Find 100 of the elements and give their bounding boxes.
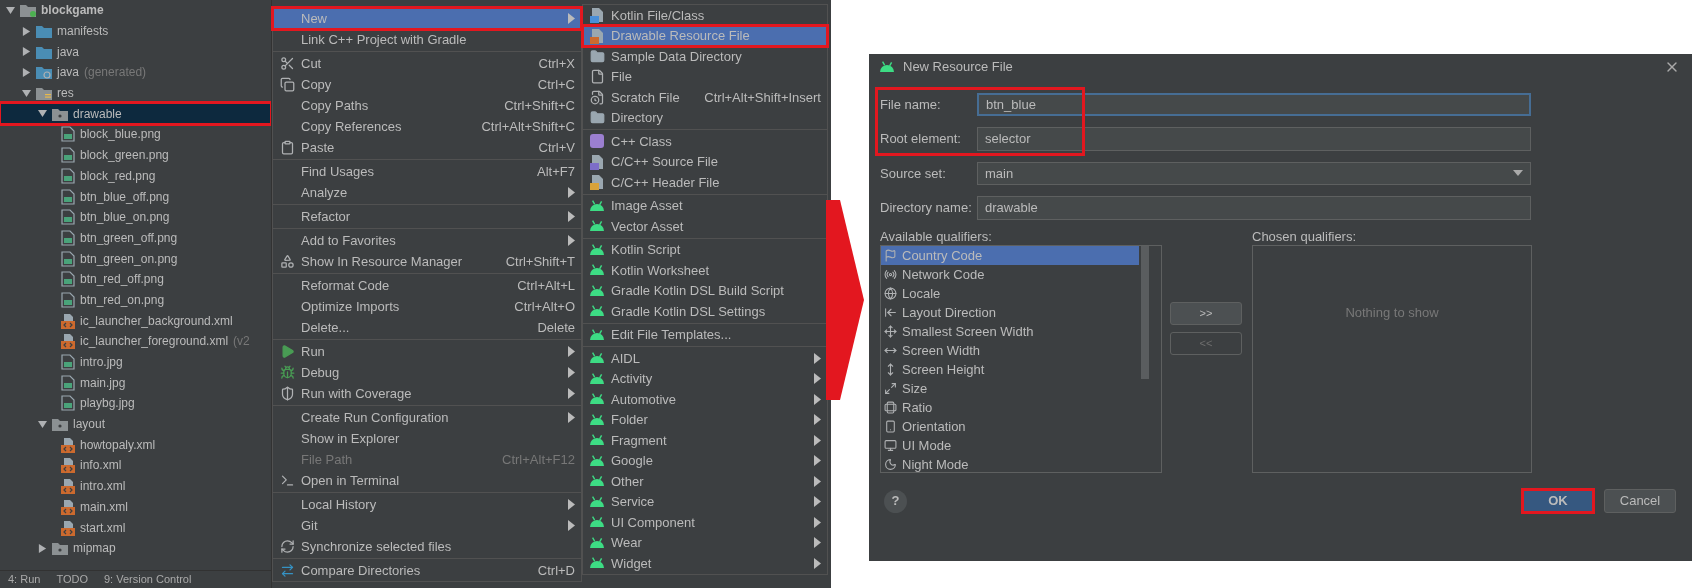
menu-item[interactable]: Analyze bbox=[273, 182, 581, 203]
menu-item[interactable]: Show In Resource Manager Ctrl+Shift+T bbox=[273, 251, 581, 272]
menu-item[interactable]: Automotive bbox=[583, 389, 827, 410]
menu-item[interactable]: Widget bbox=[583, 553, 827, 574]
tree-item[interactable]: manifests bbox=[0, 20, 271, 42]
tree-item[interactable]: intro.xml bbox=[0, 475, 271, 497]
menu-item[interactable]: Directory bbox=[583, 107, 827, 128]
tree-arrow-icon[interactable] bbox=[38, 109, 47, 119]
tool-window-tab[interactable]: TODO bbox=[56, 571, 88, 588]
tree-item[interactable]: howtopaly.xml bbox=[0, 434, 271, 456]
menu-item[interactable]: Link C++ Project with Gradle bbox=[273, 29, 581, 50]
menu-item[interactable]: C/C++ Source File bbox=[583, 151, 827, 172]
menu-item[interactable]: Local History bbox=[273, 494, 581, 515]
tree-item[interactable]: block_red.png bbox=[0, 165, 271, 187]
menu-item[interactable]: Kotlin Script bbox=[583, 239, 827, 260]
qualifier-item[interactable]: Network Code bbox=[881, 265, 1139, 284]
dialog-button[interactable]: Cancel bbox=[1604, 489, 1676, 513]
menu-item[interactable]: Paste Ctrl+V bbox=[273, 137, 581, 158]
menu-item[interactable]: Activity bbox=[583, 368, 827, 389]
menu-item[interactable]: Reformat Code Ctrl+Alt+L bbox=[273, 275, 581, 296]
tool-window-tab[interactable]: 4: Run bbox=[8, 571, 41, 588]
menu-item[interactable]: Show in Explorer bbox=[273, 428, 581, 449]
menu-item[interactable]: Folder bbox=[583, 409, 827, 430]
tree-item[interactable]: drawable bbox=[0, 103, 271, 125]
tree-item[interactable]: btn_blue_on.png bbox=[0, 206, 271, 228]
menu-item[interactable]: Synchronize selected files bbox=[273, 536, 581, 557]
menu-item[interactable]: Copy References Ctrl+Alt+Shift+C bbox=[273, 116, 581, 137]
qualifier-item[interactable]: Night Mode bbox=[881, 455, 1139, 472]
tree-arrow-icon[interactable] bbox=[6, 5, 15, 15]
tree-item[interactable]: main.jpg bbox=[0, 372, 271, 394]
tree-item[interactable]: mipmap bbox=[0, 537, 271, 559]
menu-item[interactable]: Google bbox=[583, 450, 827, 471]
menu-item[interactable]: Service bbox=[583, 491, 827, 512]
tree-arrow-icon[interactable] bbox=[22, 67, 31, 77]
tree-item[interactable]: java bbox=[0, 41, 271, 63]
qualifier-item[interactable]: Smallest Screen Width bbox=[881, 322, 1139, 341]
tree-item[interactable]: btn_green_on.png bbox=[0, 248, 271, 269]
tool-window-tab[interactable]: 9: Version Control bbox=[104, 571, 192, 588]
menu-item[interactable]: Wear bbox=[583, 532, 827, 553]
tree-item[interactable]: main.xml bbox=[0, 496, 271, 518]
menu-item[interactable]: Gradle Kotlin DSL Settings bbox=[583, 301, 827, 322]
tree-item[interactable]: blockgame bbox=[0, 0, 271, 21]
qualifier-item[interactable]: UI Mode bbox=[881, 436, 1139, 455]
menu-item[interactable]: Vector Asset bbox=[583, 216, 827, 237]
input-field[interactable]: btn_blue bbox=[977, 92, 1531, 116]
tree-item[interactable]: info.xml bbox=[0, 455, 271, 476]
menu-item[interactable]: Optimize Imports Ctrl+Alt+O bbox=[273, 296, 581, 317]
menu-item[interactable]: Open in Terminal bbox=[273, 470, 581, 491]
menu-item[interactable]: Image Asset bbox=[583, 195, 827, 216]
menu-item[interactable]: Add to Favorites bbox=[273, 230, 581, 251]
menu-item[interactable]: Copy Ctrl+C bbox=[273, 74, 581, 95]
tree-arrow-icon[interactable] bbox=[38, 543, 47, 553]
menu-item[interactable]: Debug bbox=[273, 362, 581, 383]
menu-item[interactable]: Compare Directories Ctrl+D bbox=[273, 560, 581, 581]
tree-item[interactable]: intro.jpg bbox=[0, 351, 271, 373]
tree-item[interactable]: res bbox=[0, 82, 271, 104]
tree-item[interactable]: btn_red_off.png bbox=[0, 268, 271, 290]
menu-item[interactable]: Sample Data Directory bbox=[583, 46, 827, 67]
tree-arrow-icon[interactable] bbox=[22, 47, 31, 57]
input-field[interactable]: selector bbox=[977, 127, 1531, 151]
dialog-button[interactable]: OK bbox=[1522, 489, 1594, 513]
tree-item[interactable]: layout bbox=[0, 413, 271, 435]
menu-item[interactable]: Other bbox=[583, 471, 827, 492]
qualifier-item[interactable]: Locale bbox=[881, 284, 1139, 303]
tree-arrow-icon[interactable] bbox=[22, 26, 31, 36]
menu-item[interactable]: Copy Paths Ctrl+Shift+C bbox=[273, 95, 581, 116]
menu-item[interactable]: Scratch File Ctrl+Alt+Shift+Insert bbox=[583, 87, 827, 108]
tree-item[interactable]: block_green.png bbox=[0, 144, 271, 166]
tree-arrow-icon[interactable] bbox=[38, 419, 47, 429]
tree-item[interactable]: btn_blue_off.png bbox=[0, 186, 271, 207]
tree-item[interactable]: playbg.jpg bbox=[0, 393, 271, 414]
menu-item[interactable]: Create Run Configuration bbox=[273, 407, 581, 428]
tree-item[interactable]: java (generated) bbox=[0, 62, 271, 83]
menu-item[interactable]: C/C++ Header File bbox=[583, 172, 827, 193]
menu-item[interactable]: Cut Ctrl+X bbox=[273, 53, 581, 74]
menu-item[interactable]: Run with Coverage bbox=[273, 383, 581, 404]
menu-item[interactable]: File bbox=[583, 66, 827, 87]
menu-item[interactable]: Find Usages Alt+F7 bbox=[273, 161, 581, 182]
qualifier-item[interactable]: Size bbox=[881, 379, 1139, 398]
scrollbar[interactable] bbox=[1141, 246, 1149, 379]
dropdown-field[interactable]: main bbox=[977, 161, 1531, 185]
tree-item[interactable]: ic_launcher_background.xml bbox=[0, 310, 271, 331]
menu-item[interactable]: Run bbox=[273, 341, 581, 362]
menu-item[interactable]: Fragment bbox=[583, 430, 827, 451]
tree-item[interactable]: ic_launcher_foreground.xml (v2 bbox=[0, 331, 271, 352]
menu-item[interactable]: C++ Class bbox=[583, 131, 827, 152]
menu-item[interactable]: AIDL bbox=[583, 348, 827, 369]
tree-arrow-icon[interactable] bbox=[22, 88, 31, 98]
menu-item[interactable]: Gradle Kotlin DSL Build Script bbox=[583, 280, 827, 301]
menu-item[interactable]: Kotlin Worksheet bbox=[583, 260, 827, 281]
menu-item[interactable]: Git bbox=[273, 515, 581, 536]
move-button[interactable]: >> bbox=[1170, 302, 1242, 325]
help-button[interactable]: ? bbox=[884, 489, 907, 513]
menu-item[interactable]: UI Component bbox=[583, 512, 827, 533]
tree-item[interactable]: start.xml bbox=[0, 517, 271, 538]
input-field[interactable]: drawable bbox=[977, 196, 1531, 220]
qualifier-item[interactable]: Screen Height bbox=[881, 360, 1139, 379]
tree-item[interactable]: btn_red_on.png bbox=[0, 289, 271, 311]
menu-item[interactable]: Edit File Templates... bbox=[583, 324, 827, 345]
menu-item[interactable]: Kotlin File/Class bbox=[583, 5, 827, 26]
